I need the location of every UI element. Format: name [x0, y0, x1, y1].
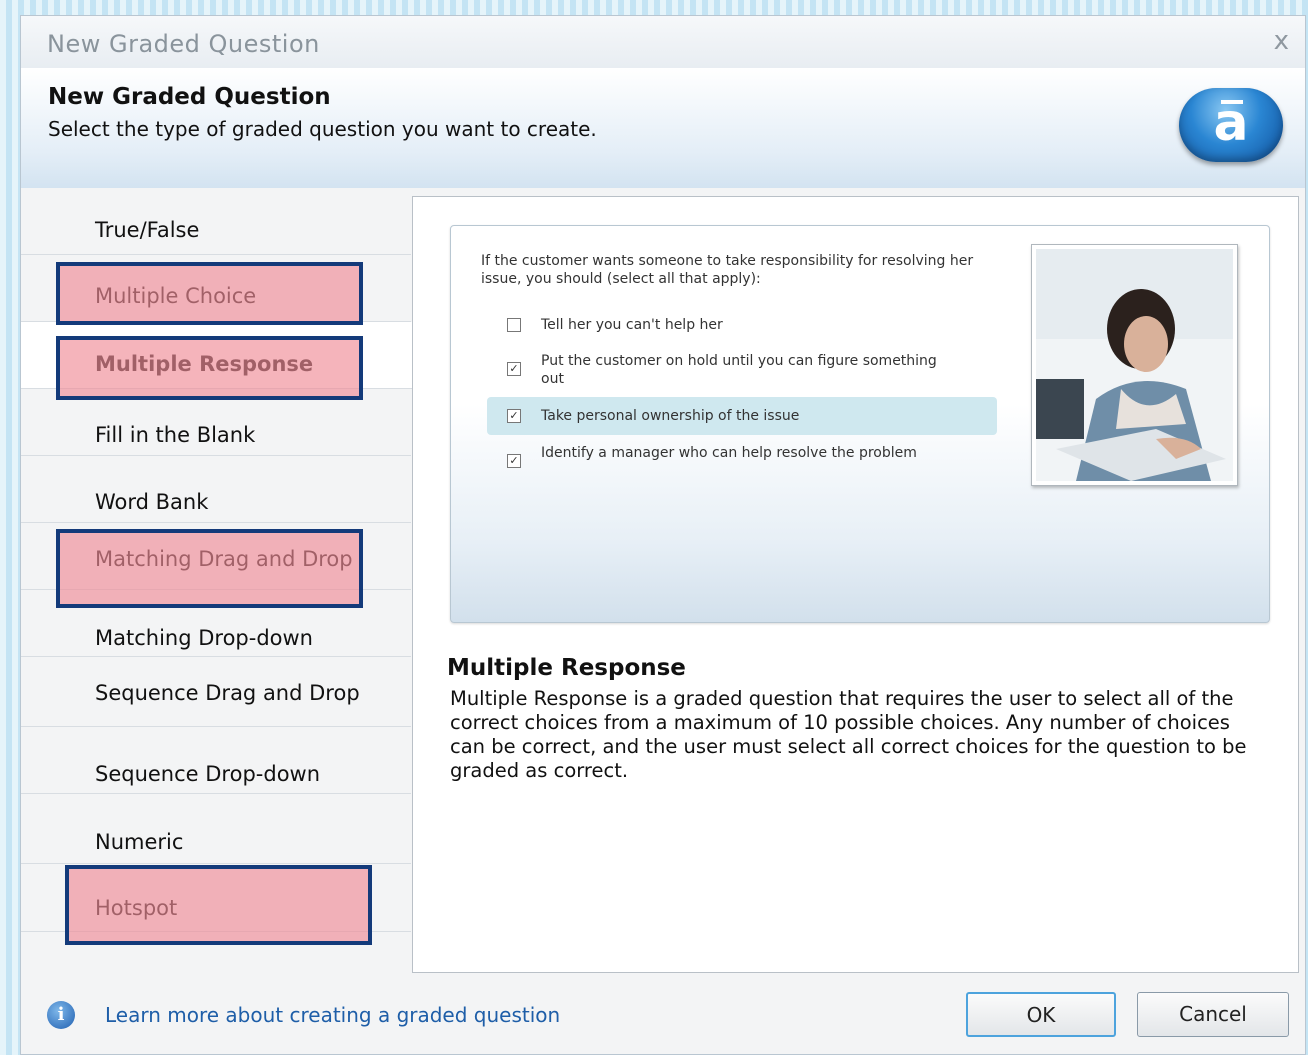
checkbox-unchecked-icon: [507, 318, 521, 332]
dialog-header: New Graded Question Select the type of g…: [21, 68, 1305, 188]
sidebar-item-numeric[interactable]: Numeric: [21, 794, 411, 864]
sidebar-item-label: Multiple Response: [95, 352, 314, 376]
sidebar-item-multiple-response[interactable]: Multiple Response: [21, 322, 415, 389]
preview-option-text: Take personal ownership of the issue: [541, 408, 800, 424]
sidebar-item-label: True/False: [95, 218, 200, 242]
sidebar-item-label: Hotspot: [95, 896, 178, 920]
window-title: New Graded Question: [47, 30, 320, 58]
logo-macron: [1221, 100, 1243, 104]
sidebar-item-matching-drop-down[interactable]: Matching Drop-down: [21, 590, 411, 657]
sidebar-item-label: Fill in the Blank: [95, 423, 256, 447]
question-preview: If the customer wants someone to take re…: [450, 225, 1270, 623]
checkbox-checked-icon: ✓: [507, 409, 521, 423]
cancel-button[interactable]: Cancel: [1137, 992, 1289, 1037]
description-body: Multiple Response is a graded question t…: [450, 687, 1247, 782]
sidebar-item-fill-in-the-blank[interactable]: Fill in the Blank: [21, 389, 411, 456]
ok-button[interactable]: OK: [966, 992, 1116, 1037]
sidebar-item-sequence-drag-and-drop[interactable]: Sequence Drag and Drop: [21, 657, 411, 727]
header-subtitle: Select the type of graded question you w…: [48, 117, 597, 141]
sidebar-item-true-false[interactable]: True/False: [21, 188, 411, 255]
preview-option-text: Identify a manager who can help resolve …: [541, 445, 917, 461]
info-icon: i: [47, 1001, 75, 1029]
sidebar-item-matching-drag-and-drop[interactable]: Matching Drag and Drop: [21, 523, 411, 590]
description-title: Multiple Response: [447, 655, 686, 681]
sidebar-item-label: Word Bank: [95, 490, 209, 514]
preview-option-text: Tell her you can't help her: [541, 317, 723, 333]
new-graded-question-dialog: New Graded Question x New Graded Questio…: [20, 15, 1306, 1055]
header-title: New Graded Question: [48, 84, 331, 110]
preview-option-text: Put the customer on hold until you can f…: [541, 353, 937, 387]
sidebar-item-multiple-choice[interactable]: Multiple Choice: [21, 255, 411, 322]
sidebar-item-label: Sequence Drag and Drop: [95, 681, 360, 705]
call-center-agent-photo: [1031, 244, 1238, 486]
sidebar-item-hotspot[interactable]: Hotspot: [21, 864, 411, 932]
sidebar-item-sequence-drop-down[interactable]: Sequence Drop-down: [21, 727, 411, 794]
title-bar[interactable]: New Graded Question x: [21, 16, 1305, 69]
checkbox-checked-icon: ✓: [507, 362, 521, 376]
sidebar-item-word-bank[interactable]: Word Bank: [21, 456, 411, 523]
preview-panel: If the customer wants someone to take re…: [412, 196, 1299, 973]
question-type-list: True/False Multiple Choice Multiple Resp…: [21, 188, 415, 978]
sidebar-item-label: Matching Drag and Drop: [95, 547, 353, 571]
learn-more-link[interactable]: Learn more about creating a graded quest…: [105, 1003, 560, 1027]
preview-question-text: If the customer wants someone to take re…: [481, 253, 974, 287]
app-logo-icon: a: [1179, 88, 1283, 162]
sidebar-item-label: Multiple Choice: [95, 284, 257, 308]
close-icon[interactable]: x: [1274, 26, 1289, 56]
checkbox-checked-icon: ✓: [507, 454, 521, 468]
sidebar-item-label: Matching Drop-down: [95, 626, 313, 650]
sidebar-item-label: Sequence Drop-down: [95, 762, 321, 786]
sidebar-item-label: Numeric: [95, 830, 184, 854]
